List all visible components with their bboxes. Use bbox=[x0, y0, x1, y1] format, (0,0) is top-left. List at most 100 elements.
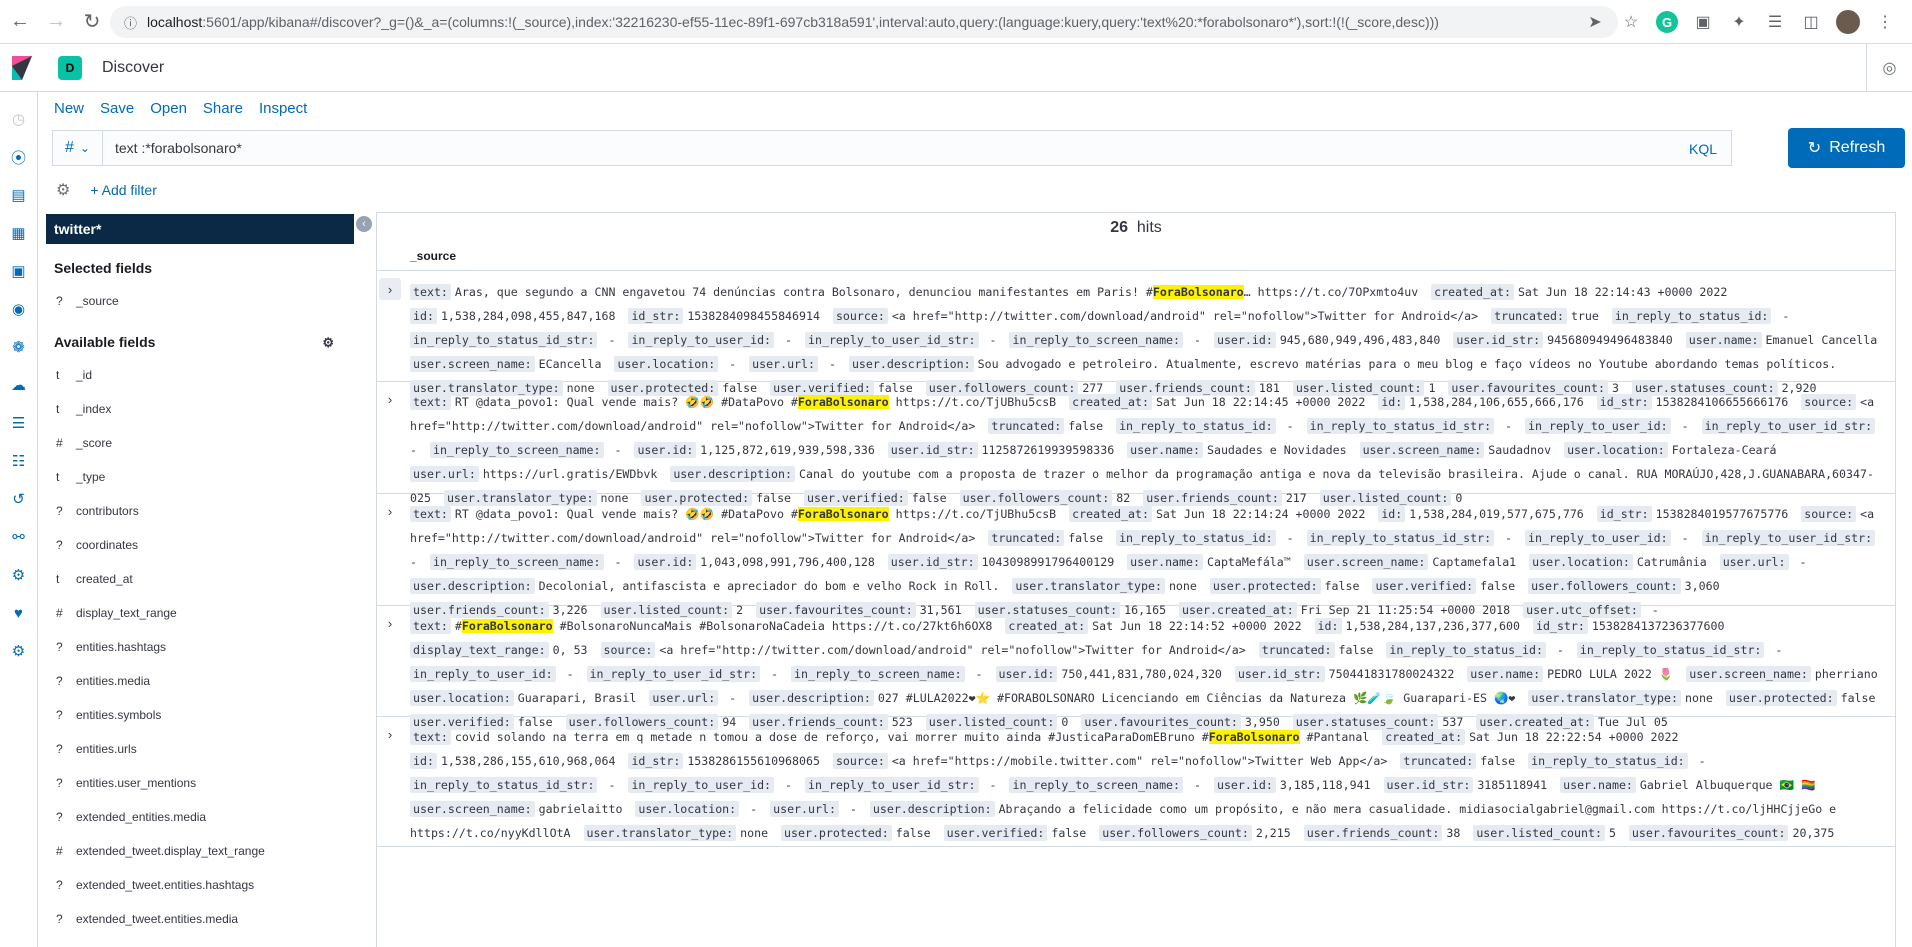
back-icon[interactable]: ← bbox=[2, 4, 38, 40]
field-item[interactable]: ?extended_tweet.entities.symbols bbox=[46, 936, 354, 947]
monitoring-icon[interactable]: ♥ bbox=[6, 600, 32, 626]
open-button[interactable]: Open bbox=[150, 100, 187, 117]
field-key: in_reply_to_user_id_str: bbox=[805, 332, 979, 348]
reload-icon[interactable]: ↻ bbox=[74, 4, 110, 40]
apm-icon[interactable]: ☷ bbox=[6, 448, 32, 474]
field-key: in_reply_to_user_id_str: bbox=[805, 777, 979, 793]
field-item[interactable]: t _type bbox=[46, 460, 354, 494]
field-item[interactable]: t _id bbox=[46, 358, 354, 392]
field-item[interactable]: ? contributors bbox=[46, 494, 354, 528]
extension-icon-1[interactable]: ▣ bbox=[1692, 11, 1714, 33]
kql-toggle[interactable]: KQL bbox=[1689, 131, 1717, 167]
filter-settings-icon[interactable]: ⚙ bbox=[56, 180, 70, 200]
space-avatar[interactable]: D bbox=[58, 55, 82, 80]
field-item[interactable]: ? coordinates bbox=[46, 528, 354, 562]
menu-dots-icon[interactable]: ⋮ bbox=[1874, 11, 1896, 33]
field-value: - bbox=[842, 802, 857, 816]
field-item[interactable]: ? entities.hashtags bbox=[46, 630, 354, 664]
field-value: - bbox=[822, 357, 836, 371]
sidepanel-icon[interactable]: ◫ bbox=[1800, 11, 1822, 33]
field-type-icon: ? bbox=[56, 294, 63, 308]
field-item[interactable]: ? entities.user_mentions bbox=[46, 766, 354, 800]
field-item[interactable]: ? entities.media bbox=[46, 664, 354, 698]
canvas-icon[interactable]: ▣ bbox=[6, 258, 32, 284]
logs-icon[interactable]: ☰ bbox=[6, 410, 32, 436]
source-column-header[interactable]: _source bbox=[410, 249, 456, 263]
field-value: none bbox=[740, 826, 769, 840]
query-language-switch[interactable]: # ⌄ bbox=[52, 130, 102, 166]
visualize-icon[interactable]: ▤ bbox=[6, 182, 32, 208]
field-value: - bbox=[778, 333, 793, 347]
expand-row-icon[interactable]: › bbox=[379, 500, 401, 522]
siem-icon[interactable]: ⚯ bbox=[6, 524, 32, 550]
field-item[interactable]: ? extended_tweet.entities.media bbox=[46, 902, 354, 936]
field-value: Sat Jun 18 22:14:24 +0000 2022 bbox=[1155, 507, 1366, 521]
field-key: in_reply_to_status_id: bbox=[1611, 308, 1772, 324]
field-item[interactable]: ? extended_tweet.entities.hashtags bbox=[46, 868, 354, 902]
refresh-button[interactable]: ↻ Refresh bbox=[1788, 128, 1905, 168]
field-key: in_reply_to_screen_name: bbox=[791, 666, 965, 682]
inspect-button[interactable]: Inspect bbox=[259, 100, 307, 117]
expand-row-icon[interactable]: › bbox=[379, 388, 401, 410]
profile-avatar[interactable] bbox=[1836, 10, 1860, 34]
dashboard-icon[interactable]: ▦ bbox=[6, 220, 32, 246]
media-control-icon[interactable]: ☰ bbox=[1764, 11, 1786, 33]
puzzle-icon[interactable]: ✦ bbox=[1728, 11, 1750, 33]
expand-row-icon[interactable]: › bbox=[379, 723, 401, 745]
field-key: user.id: bbox=[634, 554, 697, 570]
field-key: user.id: bbox=[634, 442, 697, 458]
infrastructure-icon[interactable]: ☁ bbox=[6, 372, 32, 398]
field-key: user.translator_type: bbox=[583, 825, 737, 841]
field-value: 945680949496483840 bbox=[1547, 333, 1673, 347]
new-button[interactable]: New bbox=[54, 100, 84, 117]
field-item[interactable]: t _index bbox=[46, 392, 354, 426]
field-key: user.name: bbox=[1127, 554, 1203, 570]
field-item[interactable]: t created_at bbox=[46, 562, 354, 596]
field-value: - bbox=[982, 333, 997, 347]
discover-icon[interactable]: ⦿ bbox=[6, 144, 32, 170]
field-value: <a href="http://twitter.com/download/and… bbox=[659, 643, 1246, 657]
help-icon[interactable]: ◎ bbox=[1866, 44, 1912, 92]
field-value: - bbox=[559, 667, 574, 681]
info-icon[interactable]: ⓘ bbox=[124, 13, 137, 32]
share-button[interactable]: Share bbox=[203, 100, 243, 117]
field-value: false bbox=[1051, 826, 1087, 840]
index-pattern-selector[interactable]: twitter* bbox=[46, 214, 354, 244]
send-icon[interactable]: ➤ bbox=[1584, 11, 1606, 33]
expand-row-icon[interactable]: › bbox=[379, 278, 401, 300]
address-bar[interactable]: ⓘ localhost:5601/app/kibana#/discover?_g… bbox=[110, 6, 1618, 38]
field-item[interactable]: ? entities.urls bbox=[46, 732, 354, 766]
field-key: in_reply_to_user_id: bbox=[410, 666, 556, 682]
recently-viewed-icon[interactable]: ◷ bbox=[6, 106, 32, 132]
kibana-logo-icon[interactable] bbox=[0, 44, 44, 92]
field-item[interactable]: # display_text_range bbox=[46, 596, 354, 630]
grammarly-icon[interactable]: G bbox=[1656, 11, 1678, 33]
field-name: _id bbox=[76, 368, 93, 382]
management-icon[interactable]: ⚙ bbox=[6, 638, 32, 664]
field-settings-icon[interactable]: ⚙ bbox=[322, 335, 334, 351]
forward-icon[interactable]: → bbox=[38, 4, 74, 40]
field-item[interactable]: ? extended_entities.media bbox=[46, 800, 354, 834]
save-button[interactable]: Save bbox=[100, 100, 134, 117]
expand-row-icon[interactable]: › bbox=[379, 612, 401, 634]
field-value: RT @data_povo1: Qual vende mais? 🤣🤣 #Dat… bbox=[454, 395, 1057, 409]
ml-icon[interactable]: ❁ bbox=[6, 334, 32, 360]
field-item[interactable]: # extended_tweet.display_text_range bbox=[46, 834, 354, 868]
field-key: in_reply_to_status_id: bbox=[1116, 418, 1276, 434]
field-value: Sat Jun 18 22:22:54 +0000 2022 bbox=[1469, 730, 1679, 744]
document-source: text: RT @data_povo1: Qual vende mais? 🤣🤣… bbox=[410, 502, 1884, 622]
field-key: source: bbox=[832, 753, 888, 769]
table-row: › text: Aras, que segundo a CNN engavetou … bbox=[377, 272, 1895, 396]
maps-icon[interactable]: ◉ bbox=[6, 296, 32, 322]
star-icon[interactable]: ☆ bbox=[1620, 11, 1642, 33]
field-item[interactable]: ? entities.symbols bbox=[46, 698, 354, 732]
search-input[interactable]: text :*forabolsonaro* KQL bbox=[102, 130, 1732, 166]
collapse-sidebar-icon[interactable]: ‹ bbox=[356, 216, 372, 232]
field-item[interactable]: # _score bbox=[46, 426, 354, 460]
dev-tools-icon[interactable]: ⚙ bbox=[6, 562, 32, 588]
uptime-icon[interactable]: ↺ bbox=[6, 486, 32, 512]
field-value: Sou advogado e petroleiro. Atualmente, e… bbox=[977, 357, 1837, 371]
field-item[interactable]: ? _source bbox=[46, 284, 354, 318]
add-filter-button[interactable]: + Add filter bbox=[90, 182, 157, 198]
field-key: truncated: bbox=[988, 530, 1065, 546]
